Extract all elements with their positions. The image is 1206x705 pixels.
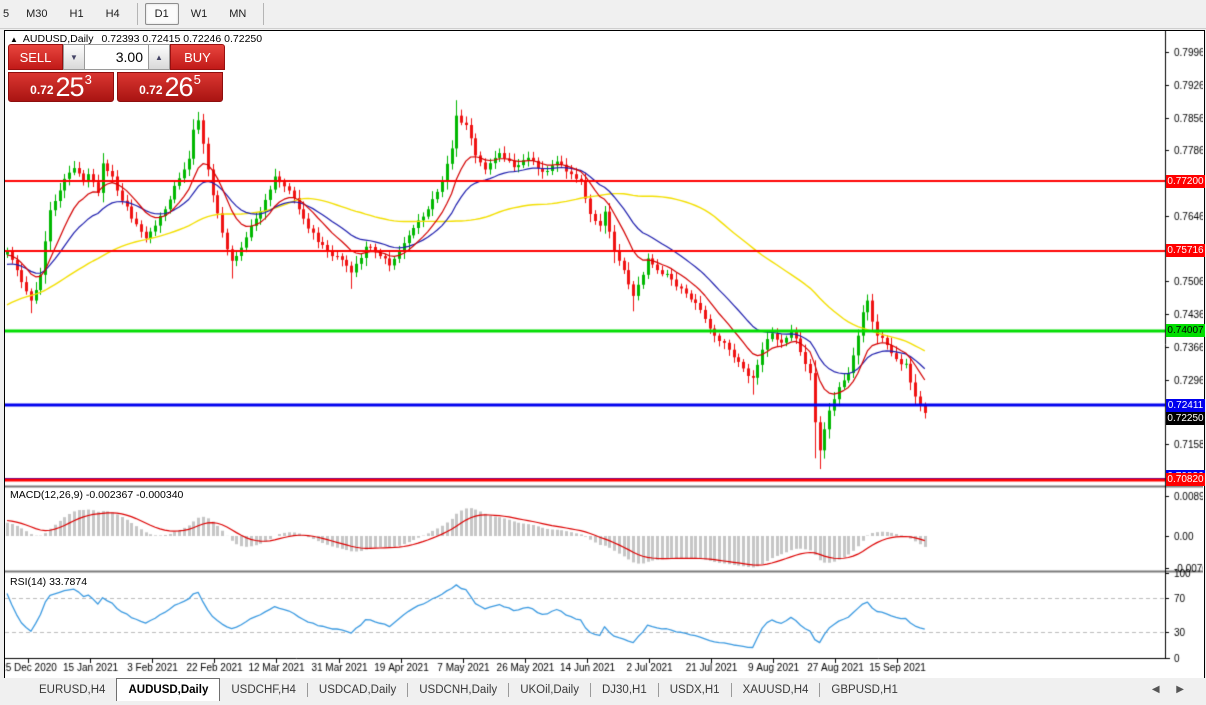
- tab-scroll-arrows: ◀ ▶: [1138, 684, 1184, 695]
- chart-tab-gbpusd-h1[interactable]: GBPUSD,H1: [820, 680, 908, 701]
- timeframe-button-MN[interactable]: MN: [219, 3, 256, 25]
- timeframe-button-M30[interactable]: M30: [16, 3, 57, 25]
- price-line-label-0.70820: 0.70820: [1166, 473, 1205, 486]
- chart-tab-usdchf-h4[interactable]: USDCHF,H4: [220, 680, 307, 701]
- toolbar-separator: [263, 3, 264, 25]
- one-click-trading-panel: SELL ▼ 3.00 ▲ BUY 0.72253 0.72265: [8, 44, 225, 102]
- rsi-indicator-label: RSI(14) 33.7874: [10, 576, 87, 588]
- chart-tab-dj30-h1[interactable]: DJ30,H1: [591, 680, 658, 701]
- volume-spinner: ▼ 3.00 ▲: [63, 44, 170, 70]
- collapse-chart-icon[interactable]: ▲: [10, 35, 18, 44]
- buy-price-big: 26: [165, 75, 193, 99]
- buy-price-sup: 5: [194, 72, 201, 87]
- status-strip: [0, 701, 1206, 705]
- timeframe-toolbar: 5M30H1H4 D1W1MN: [0, 0, 1206, 29]
- timeframe-button-H4[interactable]: H4: [96, 3, 130, 25]
- buy-button[interactable]: BUY: [170, 44, 225, 70]
- chart-tab-eurusd-h4[interactable]: EURUSD,H4: [28, 680, 116, 701]
- price-line-label-0.74007: 0.74007: [1166, 324, 1205, 337]
- timeframe-button-W1[interactable]: W1: [181, 3, 218, 25]
- volume-decrease-button[interactable]: ▼: [63, 44, 85, 70]
- chart-tab-xauusd-h4[interactable]: XAUUSD,H4: [732, 680, 820, 701]
- price-line-label-0.75716: 0.75716: [1166, 244, 1205, 257]
- tab-scroll-left-icon[interactable]: ◀: [1152, 684, 1160, 695]
- mt4-trading-platform: 5M30H1H4D1W1MN ▲AUDUSD,Daily0.72393 0.72…: [0, 0, 1206, 705]
- chart-tab-usdcad-daily[interactable]: USDCAD,Daily: [308, 680, 407, 701]
- price-line-label-0.72411: 0.72411: [1166, 399, 1205, 412]
- timeframe-button-D1[interactable]: D1: [145, 3, 179, 25]
- toolbar-separator: [137, 3, 138, 25]
- tab-scroll-right-icon[interactable]: ▶: [1176, 684, 1184, 695]
- price-line-label-0.77200: 0.77200: [1166, 175, 1205, 188]
- buy-price-prefix: 0.72: [139, 83, 162, 97]
- chart-tab-ukoil-daily[interactable]: UKOil,Daily: [509, 680, 590, 701]
- timeframe-button-H1[interactable]: H1: [60, 3, 94, 25]
- volume-increase-button[interactable]: ▲: [148, 44, 170, 70]
- sell-price-display[interactable]: 0.72253: [8, 72, 114, 102]
- buy-price-display[interactable]: 0.72265: [117, 72, 223, 102]
- macd-indicator-label: MACD(12,26,9) -0.002367 -0.000340: [10, 489, 183, 501]
- sell-button[interactable]: SELL: [8, 44, 63, 70]
- timeframe-button-5[interactable]: 5: [1, 3, 14, 25]
- current-bid-price-label: 0.72250: [1166, 412, 1205, 425]
- chart-tab-bar: EURUSD,H4AUDUSD,DailyUSDCHF,H4USDCAD,Dai…: [0, 678, 1206, 701]
- sell-price-prefix: 0.72: [30, 83, 53, 97]
- sell-price-sup: 3: [85, 72, 92, 87]
- price-chart-canvas[interactable]: [5, 31, 1203, 676]
- chart-tab-usdx-h1[interactable]: USDX,H1: [659, 680, 731, 701]
- macd-values: -0.002367 -0.000340: [86, 489, 184, 501]
- sell-price-big: 25: [56, 75, 84, 99]
- chart-tab-audusd-daily[interactable]: AUDUSD,Daily: [116, 678, 220, 701]
- chart-tab-usdcnh-daily[interactable]: USDCNH,Daily: [408, 680, 508, 701]
- volume-input[interactable]: 3.00: [85, 44, 148, 70]
